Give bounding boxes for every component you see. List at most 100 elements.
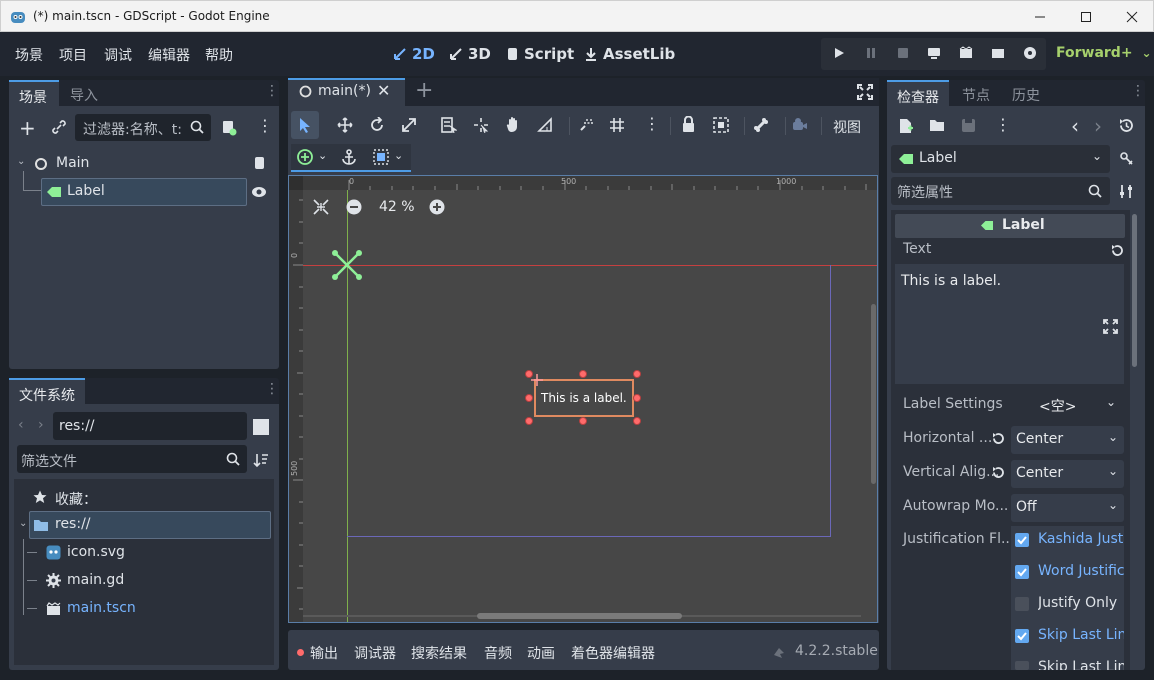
add-child-icon[interactable] xyxy=(297,149,313,165)
play-icon[interactable] xyxy=(832,46,846,60)
tab-animation[interactable]: 动画 xyxy=(527,643,555,663)
tab-scene[interactable]: 场景 xyxy=(9,80,59,106)
bone-icon[interactable] xyxy=(753,117,769,133)
prop-label-settings-value[interactable]: <空> xyxy=(1039,396,1076,416)
dock-menu-icon[interactable]: ⋮ xyxy=(265,83,279,99)
layout-icon[interactable] xyxy=(373,149,389,165)
flag-word-justify-checkbox[interactable] xyxy=(1015,565,1029,579)
flag-skip-last-line-visible-checkbox[interactable] xyxy=(1015,661,1029,670)
pause-icon[interactable] xyxy=(864,46,878,60)
workspace-3d-button[interactable]: 3D xyxy=(449,44,491,64)
select-mode-button[interactable] xyxy=(291,111,319,139)
tab-debugger[interactable]: 调试器 xyxy=(354,643,396,663)
inspector-settings-icon[interactable] xyxy=(1119,184,1134,199)
resize-handle-br[interactable] xyxy=(633,417,641,425)
node-info-icon[interactable] xyxy=(1119,151,1134,166)
resize-handle-r[interactable] xyxy=(633,394,641,402)
tab-shader-editor[interactable]: 着色器编辑器 xyxy=(571,643,655,663)
file-main-gd[interactable]: main.gd xyxy=(67,572,124,588)
center-view-icon[interactable] xyxy=(313,199,329,215)
tab-filesystem[interactable]: 文件系统 xyxy=(9,378,85,404)
distraction-free-icon[interactable] xyxy=(857,84,873,100)
grid-snap-icon[interactable] xyxy=(609,117,625,133)
expand-icon[interactable] xyxy=(1103,319,1118,334)
sort-icon[interactable] xyxy=(253,452,269,468)
chevron-down-icon[interactable]: ⌄ xyxy=(318,149,327,162)
menu-project[interactable]: 项目 xyxy=(59,45,87,65)
dock-menu-icon[interactable]: ⋮ xyxy=(1131,83,1145,99)
resize-handle-t[interactable] xyxy=(579,370,587,378)
resize-handle-bl[interactable] xyxy=(525,417,533,425)
2d-viewport[interactable]: 0 500 1000 0 500 42 % This is a label. xyxy=(288,175,878,623)
play-custom-scene-icon[interactable] xyxy=(991,46,1005,60)
flag-justify-only-checkbox[interactable] xyxy=(1015,597,1029,611)
dock-menu-icon[interactable]: ⋮ xyxy=(265,381,279,397)
history-back-icon[interactable]: ‹ xyxy=(1071,114,1079,138)
revert-icon[interactable] xyxy=(992,432,1005,445)
toggle-split-icon[interactable] xyxy=(253,419,269,435)
camera-override-icon[interactable] xyxy=(792,117,808,133)
open-folder-icon[interactable] xyxy=(929,118,945,132)
history-forward-icon[interactable]: › xyxy=(1094,114,1102,138)
link-icon[interactable] xyxy=(52,120,66,134)
flag-skip-last-line-label[interactable]: Skip Last Lin xyxy=(1038,627,1124,643)
new-resource-icon[interactable] xyxy=(898,118,913,134)
flag-justify-only-label[interactable]: Justify Only xyxy=(1038,595,1124,611)
minimize-button[interactable] xyxy=(1017,1,1063,32)
pivot-icon[interactable] xyxy=(473,117,489,133)
file-main-tscn[interactable]: main.tscn xyxy=(67,600,136,616)
tab-node[interactable]: 节点 xyxy=(962,85,990,105)
renderer-select[interactable]: Forward+ ⌄ xyxy=(1056,45,1152,61)
close-button[interactable] xyxy=(1109,1,1154,32)
tab-output[interactable]: 输出 xyxy=(310,643,338,663)
movie-maker-icon[interactable] xyxy=(1023,46,1037,60)
inspector-scrollbar[interactable] xyxy=(1132,214,1137,367)
resize-handle-tr[interactable] xyxy=(633,370,641,378)
close-tab-icon[interactable]: ✕ xyxy=(377,81,390,100)
file-filter-input[interactable]: 筛选文件 xyxy=(17,445,247,473)
revert-icon[interactable] xyxy=(1111,244,1124,257)
zoom-out-icon[interactable] xyxy=(346,199,362,215)
script-attached-icon[interactable] xyxy=(252,156,266,170)
resource-menu-icon[interactable]: ⋮ xyxy=(995,115,1011,134)
back-icon[interactable]: ‹ xyxy=(18,417,24,433)
collapse-icon[interactable]: ⌄ xyxy=(17,156,27,167)
instance-scene-icon[interactable] xyxy=(221,120,237,136)
rotate-icon[interactable] xyxy=(369,117,385,133)
pan-hand-icon[interactable] xyxy=(505,116,521,133)
vertical-scrollbar[interactable] xyxy=(871,304,876,484)
maximize-button[interactable] xyxy=(1063,1,1109,32)
forward-icon[interactable]: › xyxy=(38,417,44,433)
workspace-2d-button[interactable]: 2D xyxy=(393,44,435,64)
file-icon-svg[interactable]: icon.svg xyxy=(67,544,125,560)
property-filter-input[interactable]: 筛选属性 xyxy=(891,177,1110,205)
path-input[interactable]: res:// xyxy=(53,412,247,440)
resize-handle-tl[interactable] xyxy=(525,370,533,378)
flag-skip-last-line-visible-label[interactable]: Skip Last Lin xyxy=(1038,659,1124,670)
play-scene-icon[interactable] xyxy=(959,46,973,60)
menu-help[interactable]: 帮助 xyxy=(205,45,233,65)
flag-skip-last-line-checkbox[interactable] xyxy=(1015,629,1029,643)
add-node-icon[interactable]: + xyxy=(19,116,36,140)
ruler-icon[interactable] xyxy=(537,117,553,133)
chevron-down-icon[interactable]: ⌄ xyxy=(394,149,403,162)
zoom-in-icon[interactable] xyxy=(429,199,445,215)
list-select-icon[interactable] xyxy=(441,117,457,133)
resize-handle-l[interactable] xyxy=(525,394,533,402)
collapse-icon[interactable]: ⌄ xyxy=(19,518,27,529)
anchor-icon[interactable] xyxy=(341,149,357,165)
tab-import[interactable]: 导入 xyxy=(70,85,98,105)
snap-options-icon[interactable]: ⋮ xyxy=(644,114,660,133)
smart-snap-icon[interactable] xyxy=(578,117,594,133)
scale-icon[interactable] xyxy=(401,117,417,133)
view-menu[interactable]: 视图 xyxy=(833,117,861,137)
menu-debug[interactable]: 调试 xyxy=(104,45,132,65)
node-origin-gizmo[interactable] xyxy=(331,249,363,281)
menu-editor[interactable]: 编辑器 xyxy=(148,45,190,65)
resize-handle-b[interactable] xyxy=(579,417,587,425)
tab-audio[interactable]: 音频 xyxy=(484,643,512,663)
tree-item-main[interactable]: Main xyxy=(56,155,89,171)
tab-search-results[interactable]: 搜索结果 xyxy=(411,643,467,663)
flag-word-justify-label[interactable]: Word Justific xyxy=(1038,563,1124,579)
group-icon[interactable] xyxy=(713,117,729,133)
